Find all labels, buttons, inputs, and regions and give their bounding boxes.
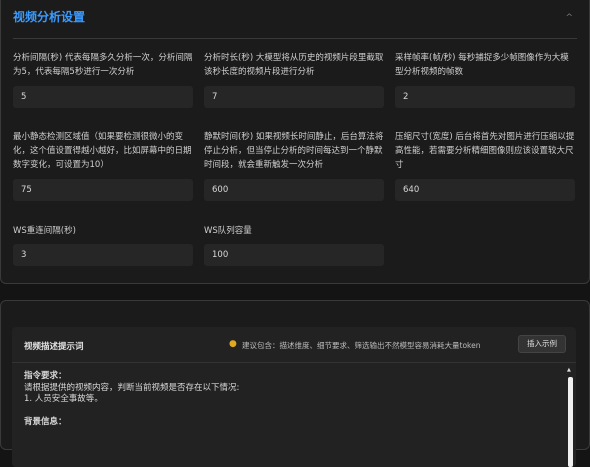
chevron-up-icon[interactable]: ^: [565, 13, 573, 23]
field-label: WS重连间隔(秒): [13, 226, 76, 236]
prompt-line: 请根据提供的视频内容，判断当前视频是否存在以下情况:: [24, 382, 240, 393]
field-ws-queue: WS队列容量 100: [204, 224, 384, 266]
prompt-line: [24, 406, 554, 418]
field-label: 分析间隔(秒) 代表每隔多久分析一次，分析间隔为5，代表每隔5秒进行一次分析: [13, 53, 193, 77]
insert-example-button[interactable]: 插入示例: [518, 335, 566, 353]
prompt-line: 1. 人员安全事故等。: [24, 394, 103, 404]
lightbulb-icon: ●: [229, 339, 237, 349]
prompt-header: 视频描述提示词 ● 建议包含：描述维度、细节要求、筛选输出不然模型容易消耗大量t…: [12, 327, 576, 363]
divider: [13, 38, 577, 39]
field-label: 最小静态检测区域值（如果要检测很微小的变化，这个值设置得越小越好，比如屏幕中的日…: [13, 132, 192, 170]
prompt-tip: 建议包含：描述维度、细节要求、筛选输出不然模型容易消耗大量token: [242, 341, 481, 350]
field-label: 采样帧率(帧/秒) 每秒捕捉多少帧图像作为大模型分析视频的帧数: [395, 53, 569, 77]
prompt-scrollbar[interactable]: ▲: [567, 367, 573, 467]
field-compress-size: 压缩尺寸(宽度) 后台将首先对图片进行压缩以提高性能，若需要分析精细图像则应该设…: [395, 130, 575, 201]
field-label: 静默时间(秒) 如果视频长时间静止，后台算法将停止分析，但当停止分析的时间每达到…: [204, 132, 384, 170]
sample-rate-input[interactable]: 2: [395, 86, 575, 108]
prompt-line: 指令要求：: [24, 371, 67, 381]
field-sample-rate: 采样帧率(帧/秒) 每秒捕捉多少帧图像作为大模型分析视频的帧数 2: [395, 51, 575, 108]
prompt-panel: 视频描述提示词 ● 建议包含：描述维度、细节要求、筛选输出不然模型容易消耗大量t…: [0, 300, 590, 467]
field-analysis-duration: 分析时长(秒) 大模型将从历史的视频片段里截取该秒长度的视频片段进行分析 7: [204, 51, 384, 108]
field-label: 分析时长(秒) 大模型将从历史的视频片段里截取该秒长度的视频片段进行分析: [204, 53, 384, 77]
scroll-up-icon[interactable]: ▲: [567, 367, 571, 373]
prompt-textarea[interactable]: 指令要求： 请根据提供的视频内容，判断当前视频是否存在以下情况: 1. 人员安全…: [24, 371, 554, 429]
field-label: WS队列容量: [204, 226, 252, 236]
ws-reconnect-input[interactable]: 3: [13, 244, 193, 266]
analysis-duration-input[interactable]: 7: [204, 86, 384, 108]
prompt-box: 视频描述提示词 ● 建议包含：描述维度、细节要求、筛选输出不然模型容易消耗大量t…: [12, 327, 576, 467]
video-analysis-settings-panel: 视频分析设置 ^ 分析间隔(秒) 代表每隔多久分析一次，分析间隔为5，代表每隔5…: [0, 0, 590, 284]
prompt-line: 背景信息：: [24, 417, 67, 427]
field-ws-reconnect: WS重连间隔(秒) 3: [13, 224, 193, 266]
ws-queue-input[interactable]: 100: [204, 244, 384, 266]
scroll-thumb[interactable]: [568, 377, 573, 467]
field-analysis-interval: 分析间隔(秒) 代表每隔多久分析一次，分析间隔为5，代表每隔5秒进行一次分析 5: [13, 51, 193, 108]
min-static-area-input[interactable]: 75: [13, 179, 193, 201]
silence-time-input[interactable]: 600: [204, 179, 384, 201]
prompt-title: 视频描述提示词: [24, 342, 84, 352]
analysis-interval-input[interactable]: 5: [13, 86, 193, 108]
panel-title: 视频分析设置: [13, 10, 86, 24]
panel-header[interactable]: 视频分析设置 ^: [1, 0, 589, 39]
compress-size-input[interactable]: 640: [395, 179, 575, 201]
field-label: 压缩尺寸(宽度) 后台将首先对图片进行压缩以提高性能，若需要分析精细图像则应该设…: [395, 132, 575, 170]
field-silence-time: 静默时间(秒) 如果视频长时间静止，后台算法将停止分析，但当停止分析的时间每达到…: [204, 130, 384, 201]
field-min-static-area: 最小静态检测区域值（如果要检测很微小的变化，这个值设置得越小越好，比如屏幕中的日…: [13, 130, 193, 201]
